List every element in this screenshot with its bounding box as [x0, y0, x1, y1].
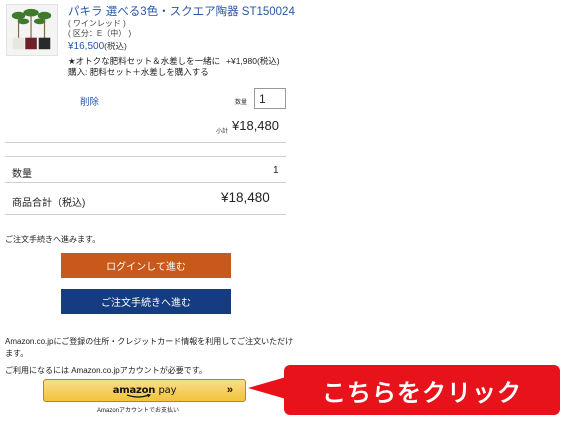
option-text: ★オトクな肥料セット＆水差しを一緒に	[68, 56, 221, 66]
product-size-class: ( 区分：E（中） )	[68, 29, 132, 38]
quantity-input[interactable]	[254, 88, 286, 109]
divider	[5, 182, 286, 183]
delete-link[interactable]: 削除	[80, 94, 99, 108]
amazon-pay-pay: pay	[158, 385, 177, 396]
quantity-label: 数量	[235, 100, 248, 106]
product-thumbnail[interactable]	[6, 4, 58, 56]
subtotal-value: ¥18,480	[232, 118, 279, 133]
subtotal-label: 小計	[216, 129, 229, 135]
callout-arrow-icon	[248, 377, 286, 399]
amazon-pay-button[interactable]: amazon pay »	[43, 379, 246, 402]
amazon-account-note: ご利用になるには Amazon.co.jpアカウントが必要です。	[5, 366, 207, 375]
amazon-pay-caption: Amazonアカウントでお支払い	[97, 408, 180, 414]
summary-quantity-value: 1	[273, 165, 279, 176]
amazon-smile-icon	[126, 394, 151, 398]
option-purchase: 購入: 肥料セット＋水差しを購入する	[68, 67, 209, 77]
click-here-callout: こちらをクリック	[284, 365, 560, 415]
chevron-right-icon: »	[226, 384, 233, 396]
potted-plant-image	[7, 5, 57, 55]
summary-total-label: 商品合計（税込)	[12, 198, 86, 209]
checkout-button[interactable]: ご注文手続きへ進む	[61, 289, 231, 314]
proceed-text: ご注文手続きへ進みます。	[5, 235, 101, 244]
product-price-tax: (税込)	[104, 41, 127, 51]
divider	[5, 156, 286, 157]
divider	[5, 142, 286, 143]
amazon-info-text: Amazon.co.jpにご登録の住所・クレジットカード情報を利用してご注文いた…	[5, 337, 294, 358]
option-price: +¥1,980(税込)	[226, 56, 280, 66]
product-price: ¥16,500(税込)	[68, 40, 127, 52]
divider	[5, 214, 286, 215]
product-price-value: ¥16,500	[68, 41, 105, 52]
product-name-link[interactable]: パキラ 選べる3色・スクエア陶器 ST150024	[68, 3, 295, 19]
summary-quantity-label: 数量	[12, 169, 32, 180]
login-button[interactable]: ログインして進む	[61, 253, 231, 278]
summary-total-value: ¥18,480	[221, 190, 270, 205]
